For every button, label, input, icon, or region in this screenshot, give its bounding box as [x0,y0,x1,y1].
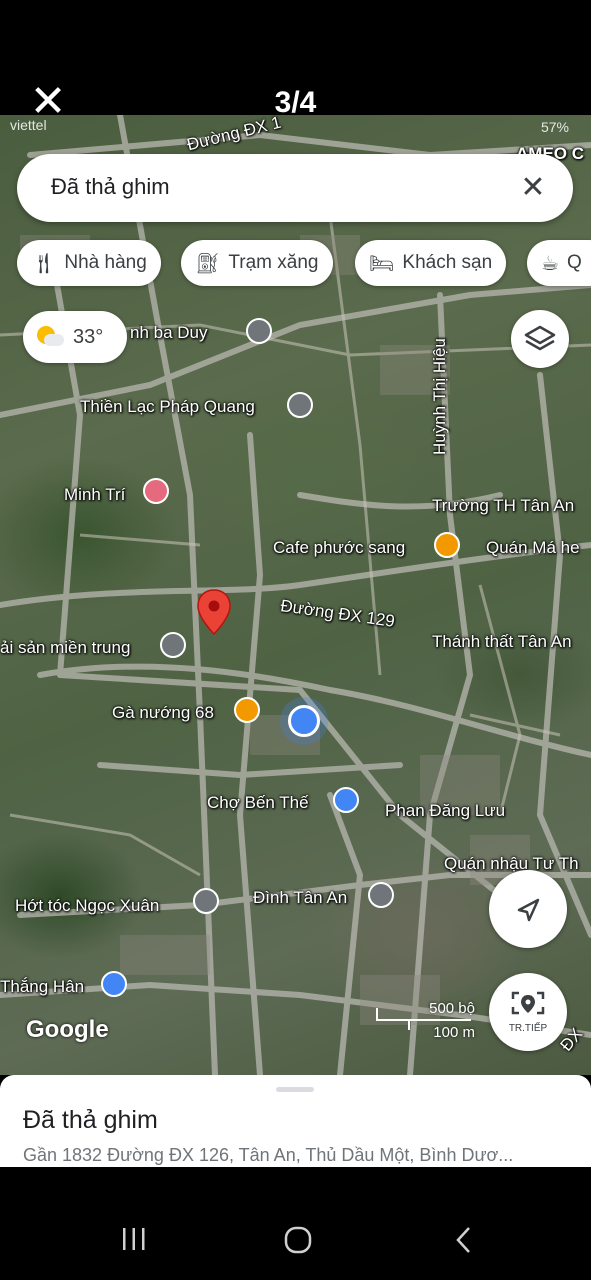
place-address: Gần 1832 Đường ĐX 126, Tân An, Thủ Dầu M… [23,1145,514,1165]
close-icon[interactable]: ✕ [513,168,553,208]
my-location-button[interactable] [489,870,567,948]
gas-station-icon: ⛽︎ [195,251,221,275]
chip-label: Trạm xăng [228,252,319,273]
map-label-cafe: Cafe phước sang [273,538,406,557]
current-location-dot [288,705,320,737]
shopping-cart-icon[interactable] [333,787,359,813]
home-icon[interactable] [283,1225,313,1260]
system-nav-bar [0,1167,591,1280]
map-label-thien-lac: Thiền Lạc Pháp Quang [80,397,255,416]
chip-label: Nhà hàng [64,252,147,273]
place-sheet[interactable]: Đã thả ghim Gần 1832 Đường ĐX 126, Tân A… [0,1075,591,1167]
map-label-huynh-thi-hieu: Huỳnh Thị Hiệu [430,338,449,455]
map-label-ba-duy: nh ba Duy [130,323,208,342]
chip-restaurants[interactable]: 🍴︎ Nhà hàng [17,240,161,286]
recent-apps-icon[interactable] [120,1225,148,1258]
navigation-arrow-icon [517,898,540,922]
map-label-thanh-that: Thánh thất Tân An [432,632,572,651]
viewer-top-bar: ✕ 3/4 [0,0,591,124]
hotel-icon: 🛏︎ [369,251,395,275]
back-icon[interactable] [452,1225,476,1260]
shop-icon[interactable] [143,478,169,504]
chip-coffee[interactable]: ☕︎ Q [527,240,591,286]
map-label-quan-ma: Quán Má he [486,538,580,557]
scale-bar: 500 bộ 100 m [375,1000,475,1044]
map-label-minh-tri: Minh Trí [64,485,126,504]
location-scan-icon [511,991,545,1015]
chip-label: Q [566,252,582,273]
place-title: Đã thả ghim [23,1106,158,1134]
chip-gas-stations[interactable]: ⛽︎ Trạm xăng [181,240,333,286]
next-button-label: TR.TIẾP [508,1023,548,1034]
chip-label: Khách sạn [402,252,493,273]
layers-icon [524,325,556,351]
next-button[interactable]: TR.TIẾP [489,973,567,1051]
map-label-hot-toc: Hớt tóc Ngọc Xuân [15,896,160,915]
map-label-dinh-tan-an: Đình Tân An [253,888,348,907]
search-bar[interactable]: Đã thả ghim ✕ [17,154,573,222]
shopping-bag-icon[interactable] [101,971,127,997]
coffee-icon: ☕︎ [541,251,559,275]
status-bar-carrier: viettel [10,117,47,133]
map-label-phan-dang-luu: Phan Đăng Lưu [385,801,506,820]
map-label-thang-han: Thắng Hân [0,977,85,996]
scale-metric: 100 m [433,1024,475,1041]
weather-temp: 33° [73,325,104,348]
poi-pin-icon[interactable] [193,888,219,914]
map-label-hai-san: ải sản miền trung [0,638,131,657]
status-bar-battery: 57% [540,119,569,135]
restaurant-icon[interactable] [234,697,260,723]
map-label-ga-nuong: Gà nướng 68 [112,703,214,722]
poi-pin-icon[interactable] [246,318,272,344]
scale-imperial: 500 bộ [429,1000,475,1017]
map-label-truong-th: Trường TH Tân An [432,496,575,515]
weather-sun-cloud-icon [35,326,65,348]
sheet-drag-handle[interactable] [276,1087,314,1092]
search-input[interactable]: Đã thả ghim [51,174,170,200]
temple-icon[interactable] [368,882,394,908]
dropped-pin-icon[interactable] [195,588,233,636]
map-label-cho-ben-the: Chợ Bến Thế [207,793,309,812]
layers-button[interactable] [511,310,569,368]
restaurant-icon: 🍴︎ [31,251,57,275]
poi-pin-icon[interactable] [160,632,186,658]
weather-badge[interactable]: 33° [23,311,127,363]
temple-icon[interactable] [287,392,313,418]
chip-hotels[interactable]: 🛏︎ Khách sạn [355,240,507,286]
cafe-icon[interactable] [434,532,460,558]
google-logo: Google [26,1016,109,1043]
